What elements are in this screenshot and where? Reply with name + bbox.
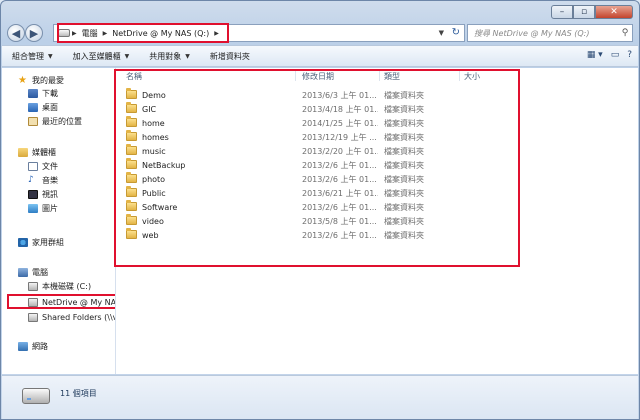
back-button[interactable]: ◀ [7,24,25,42]
nav-local-disk[interactable]: 本機磁碟 (C:) [28,280,91,292]
documents-icon [28,161,38,171]
nav-recent[interactable]: 最近的位置 [28,115,82,127]
nav-pictures-label: 圖片 [42,203,58,213]
nav-favorites[interactable]: ★ 我的最愛 [18,74,64,86]
nav-computer-label: 電腦 [32,267,48,277]
address-highlight-box [57,23,229,43]
library-icon [18,147,28,157]
refresh-icon[interactable]: ↻ [452,27,460,38]
window-controls: – ▫ ✕ [551,5,633,19]
nav-shared-folders-label: Shared Folders (\\v [42,312,116,322]
nav-shared-folders[interactable]: Shared Folders (\\v [28,311,116,323]
nav-favorites-label: 我的最愛 [32,75,64,85]
navigation-bar: ◀ ▶ ▶ 電腦 ▶ NetDrive @ My NAS (Q:) ▶ ▼ ↻ … [5,23,635,43]
view-controls: ▦ ▾ ▭ ? [587,50,632,60]
nav-homegroup-label: 家用群組 [32,237,64,247]
star-icon: ★ [18,74,27,86]
search-box[interactable]: 搜尋 NetDrive @ My NAS (Q:) ⚲ [467,24,633,42]
recent-places-icon [28,116,38,126]
file-list: 名稱 修改日期 類型 大小 Demo 2013/6/3 上午 01... 檔案資料夾… [114,68,638,374]
nav-documents[interactable]: 文件 [28,160,58,172]
organize-button[interactable]: 組合管理 ▼ [2,51,63,62]
navigation-pane: ★ 我的最愛 下載 桌面 最近的位置 媒體櫃 文件 ♪ 音樂 視訊 圖片 家用群組 … [2,68,116,374]
nav-libraries-label: 媒體櫃 [32,147,56,157]
video-icon [28,189,38,199]
minimize-button[interactable]: – [551,5,573,19]
nav-network-label: 網路 [32,341,48,351]
homegroup-icon [18,237,28,247]
network-icon [18,341,28,351]
nav-downloads-label: 下載 [42,88,58,98]
include-library-button[interactable]: 加入至媒體櫃 ▼ [63,51,140,62]
search-icon[interactable]: ⚲ [618,28,632,38]
music-icon: ♪ [28,175,34,185]
new-folder-label: 新增資料夾 [209,51,250,61]
share-with-label: 共用對象 [149,51,182,61]
new-folder-button[interactable]: 新增資料夾 [200,51,260,62]
nav-homegroup[interactable]: 家用群組 [18,236,64,248]
downloads-icon [28,88,38,98]
share-with-button[interactable]: 共用對象 ▼ [139,51,200,62]
close-button[interactable]: ✕ [595,5,633,19]
nav-pictures[interactable]: 圖片 [28,202,58,214]
netdrive-highlight-box [7,294,115,309]
view-options-icon[interactable]: ▦ ▾ [587,50,603,60]
hard-drive-icon [28,281,38,291]
help-icon[interactable]: ? [627,50,632,60]
nav-desktop[interactable]: 桌面 [28,101,58,113]
address-dropdown-icon[interactable]: ▼ [439,29,444,37]
nav-network[interactable]: 網路 [18,340,48,352]
organize-label: 組合管理 [12,51,44,61]
caret-down-icon: ▼ [48,52,53,60]
nav-documents-label: 文件 [42,161,58,171]
nav-music[interactable]: ♪ 音樂 [28,174,58,186]
nav-computer[interactable]: 電腦 [18,266,48,278]
preview-pane-icon[interactable]: ▭ [611,50,620,60]
explorer-window: – ▫ ✕ ◀ ▶ ▶ 電腦 ▶ NetDrive @ My NAS (Q:) … [0,0,640,420]
nav-downloads[interactable]: 下載 [28,87,58,99]
details-pane: 11 個項目 [2,375,638,419]
include-library-label: 加入至媒體櫃 [72,51,121,61]
network-drive-icon [28,312,38,322]
search-input[interactable]: 搜尋 NetDrive @ My NAS (Q:) [468,28,618,39]
content-area: ★ 我的最愛 下載 桌面 最近的位置 媒體櫃 文件 ♪ 音樂 視訊 圖片 家用群組 … [2,68,638,374]
computer-icon [18,267,28,277]
nav-recent-label: 最近的位置 [42,116,82,126]
item-count: 11 個項目 [60,389,97,398]
forward-button[interactable]: ▶ [25,24,43,42]
drive-icon [22,388,50,404]
nav-desktop-label: 桌面 [42,102,58,112]
caret-down-icon: ▼ [124,52,130,60]
pictures-icon [28,203,38,213]
maximize-button[interactable]: ▫ [573,5,595,19]
nav-libraries[interactable]: 媒體櫃 [18,146,56,158]
nav-local-disk-label: 本機磁碟 (C:) [42,281,92,291]
caret-down-icon: ▼ [185,52,190,60]
nav-videos-label: 視訊 [42,189,58,199]
nav-music-label: 音樂 [42,175,58,185]
command-bar: 組合管理 ▼ 加入至媒體櫃 ▼ 共用對象 ▼ 新增資料夾 ▦ ▾ ▭ ? [2,45,638,67]
nav-videos[interactable]: 視訊 [28,188,58,200]
file-list-highlight-box [114,69,520,267]
desktop-icon [28,102,38,112]
